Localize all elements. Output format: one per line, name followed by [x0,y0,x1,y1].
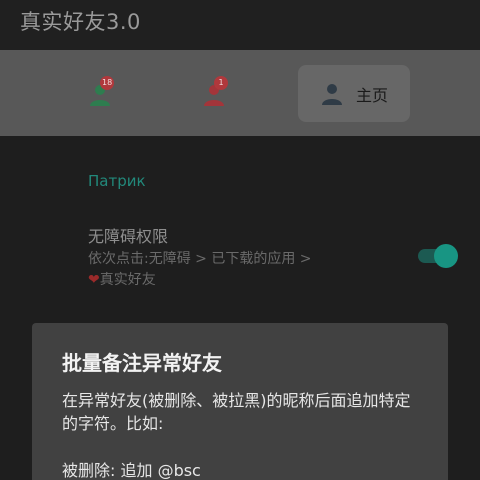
accessibility-app-line: ❤真实好友 [88,270,388,291]
dialog-example: 被删除: 追加 @bsc [62,461,201,480]
tab-blocked-friends[interactable]: 1 [178,65,250,122]
tab-home-label: 主页 [355,85,388,105]
friend-icon: 1 [202,75,228,106]
app-bar: 真实好友3.0 [0,0,480,50]
accessibility-setting-description: 依次点击:无障碍 > 已下载的应用 > ❤真实好友 [88,249,388,291]
accessibility-setting-title: 无障碍权限 [88,227,169,246]
accessibility-toggle[interactable] [416,243,458,269]
friend-icon: 18 [88,75,115,106]
tab-home[interactable]: 主页 [298,65,410,122]
tab-bar: 18 1 主页 [0,50,480,136]
tab-deleted-friends[interactable]: 18 [64,65,136,122]
heart-icon: ❤ [88,272,100,288]
accessibility-path: 依次点击:无障碍 > 已下载的应用 > [88,251,312,267]
app-title: 真实好友3.0 [20,10,141,34]
dialog-body: 在异常好友(被删除、被拉黑)的昵称后面追加特定的字符。比如: [62,391,411,433]
accessibility-app-name: 真实好友 [99,272,156,288]
dialog-title: 批量备注异常好友 [62,351,222,375]
toggle-thumb [434,244,458,268]
account-name: Патрик [88,172,146,190]
notification-badge: 18 [100,75,115,90]
batch-remark-dialog: 批量备注异常好友 在异常好友(被删除、被拉黑)的昵称后面追加特定的字符。比如: … [32,323,448,480]
person-icon [320,82,344,106]
notification-badge: 1 [214,75,228,90]
